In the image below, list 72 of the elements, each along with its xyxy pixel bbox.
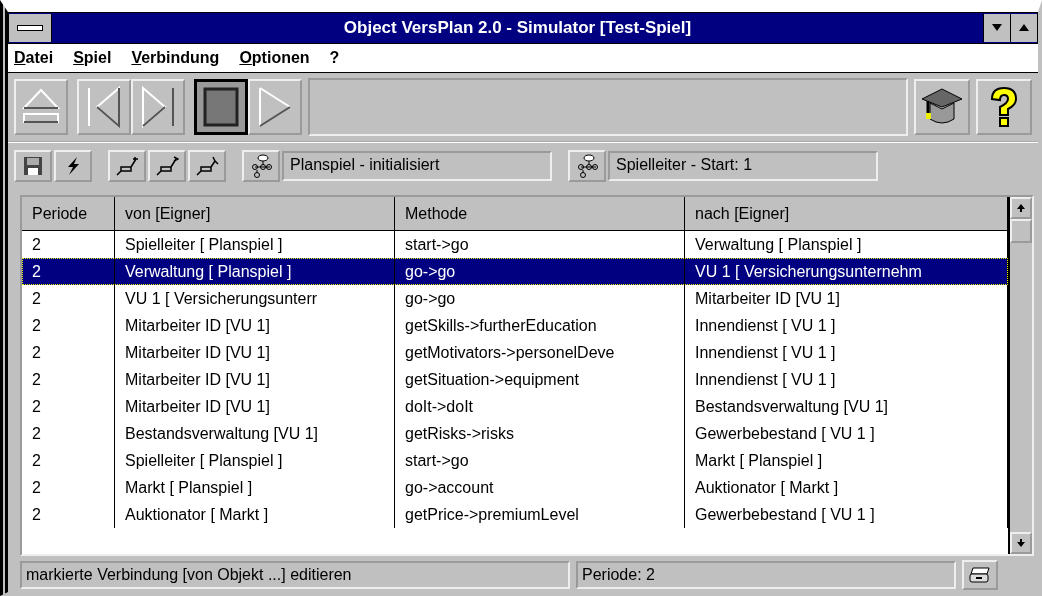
column-header[interactable]: von [Eigner]	[115, 197, 395, 230]
table-cell: Verwaltung [ Planspiel ]	[115, 258, 395, 285]
printer-icon	[969, 566, 991, 584]
tree-diagram-icon	[250, 154, 272, 178]
table-cell: go->go	[395, 258, 685, 285]
table-cell: getSkills->furtherEducation	[395, 312, 685, 339]
table-cell: getRisks->risks	[395, 420, 685, 447]
tutor-button[interactable]	[914, 79, 970, 135]
table-cell: Spielleiter [ Planspiel ]	[115, 447, 395, 474]
printer-button[interactable]	[962, 560, 998, 590]
connector-button[interactable]	[148, 150, 186, 182]
table-cell: Markt [ Planspiel ]	[115, 474, 395, 501]
table-cell: 2	[22, 447, 115, 474]
column-header[interactable]: Methode	[395, 197, 685, 230]
table-row[interactable]: 2 Verwaltung [ Planspiel ] go->go VU 1 [ Versicherungsunternehm	[22, 258, 1008, 285]
eject-button[interactable]	[14, 79, 68, 135]
menu-item[interactable]: Verbindung	[131, 49, 220, 67]
tree-button[interactable]	[568, 150, 606, 182]
table-cell: Mitarbeiter ID [VU 1]	[115, 393, 395, 420]
table-cell: 2	[22, 501, 115, 528]
table-cell: 2	[22, 420, 115, 447]
status-message: markierte Verbindung [von Objekt ...] editieren	[20, 561, 570, 589]
scroll-thumb[interactable]	[1010, 219, 1032, 243]
table-cell: VU 1 [ Versicherungsunterr	[115, 285, 395, 312]
menu-item[interactable]: ?	[329, 49, 340, 67]
connector-button[interactable]	[188, 150, 226, 182]
connector-icon	[155, 155, 179, 177]
table-cell: go->go	[395, 285, 685, 312]
table-cell: Bestandsverwaltung [VU 1]	[115, 420, 395, 447]
help-button[interactable]	[976, 79, 1032, 135]
minimize-button[interactable]	[983, 14, 1010, 42]
table-cell: 2	[22, 285, 115, 312]
first-button[interactable]	[77, 79, 131, 135]
tree-button[interactable]	[242, 150, 280, 182]
connector-icon	[195, 155, 219, 177]
save-button[interactable]	[14, 150, 52, 182]
connector-button[interactable]	[108, 150, 146, 182]
maximize-button[interactable]	[1010, 14, 1037, 42]
table-cell: go->account	[395, 474, 685, 501]
tree-diagram-icon	[576, 154, 598, 178]
menu-item[interactable]: Spiel	[73, 49, 112, 67]
window-title: Object VersPlan 2.0 - Simulator [Test-Spiel]	[342, 18, 693, 38]
table-cell: getPrice->premiumLevel	[395, 501, 685, 528]
down-triangle-icon	[992, 24, 1002, 32]
table-cell: 2	[22, 258, 115, 285]
lightning-button[interactable]	[54, 150, 92, 182]
table-cell: Auktionator [ Markt ]	[115, 501, 395, 528]
table-cell: getSituation->equipment	[395, 366, 685, 393]
system-menu-button[interactable]	[9, 14, 52, 42]
table-cell: getMotivators->personelDeve	[395, 339, 685, 366]
table-cell: Mitarbeiter ID [VU 1]	[115, 312, 395, 339]
table-cell: start->go	[395, 447, 685, 474]
table-cell: 2	[22, 366, 115, 393]
stop-button[interactable]	[194, 79, 248, 135]
table-cell: 2	[22, 312, 115, 339]
play-button[interactable]	[248, 79, 302, 135]
table-cell: 2	[22, 393, 115, 420]
table-cell: 2	[22, 474, 115, 501]
table-cell: 2	[22, 339, 115, 366]
table-cell: Mitarbeiter ID [VU 1]	[115, 366, 395, 393]
column-header[interactable]: Periode	[22, 197, 115, 230]
up-triangle-icon	[1019, 24, 1029, 32]
period-status: Periode: 2	[576, 561, 956, 589]
status-field: Planspiel - initialisiert	[282, 151, 552, 181]
menu-item[interactable]: Optionen	[239, 49, 310, 67]
status-field: Spielleiter - Start: 1	[608, 151, 878, 181]
table-cell: doIt->doIt	[395, 393, 685, 420]
menu-item[interactable]: Datei	[14, 49, 54, 67]
scrollbar[interactable]	[1008, 197, 1032, 554]
connector-icon	[115, 155, 139, 177]
table-cell: Mitarbeiter ID [VU 1]	[115, 339, 395, 366]
last-button[interactable]	[131, 79, 185, 135]
